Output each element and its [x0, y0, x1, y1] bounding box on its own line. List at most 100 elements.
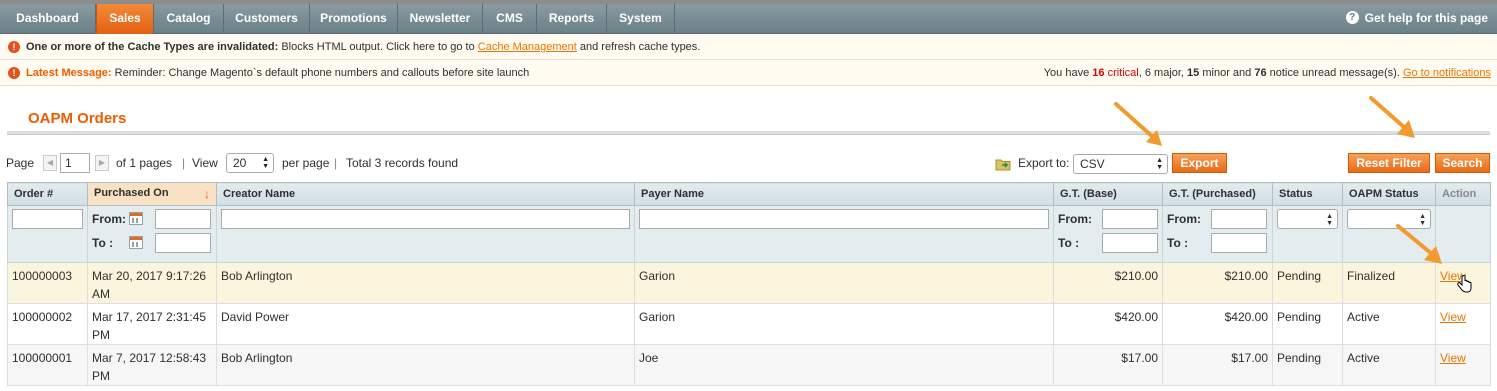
gt-purchased-to-input[interactable] — [1211, 233, 1267, 253]
pager-separator: | — [182, 156, 186, 170]
minor-count: 15 — [1187, 67, 1200, 79]
creator-name: Bob Arlington — [216, 344, 635, 386]
nav-sales[interactable]: Sales — [96, 4, 154, 34]
col-purchased-on[interactable]: Purchased On ↓ — [87, 182, 217, 206]
cache-notice-text: One or more of the Cache Types are inval… — [26, 35, 700, 59]
payer-name: Joe — [634, 344, 1054, 386]
col-order-number[interactable]: Order # — [7, 182, 88, 206]
select-arrows-icon: ▲ ▼ — [1419, 213, 1426, 227]
latest-message-label: Latest Message: — [26, 67, 112, 79]
page-title: OAPM Orders — [28, 110, 127, 127]
oapm-status: Active — [1342, 344, 1436, 386]
filter-status-select[interactable]: ▲ ▼ — [1277, 209, 1338, 229]
page-input[interactable]: 1 — [60, 153, 90, 173]
table-row[interactable]: 100000003 Mar 20, 2017 9:17:26 AM Bob Arl… — [7, 262, 1491, 304]
cache-notice: ! One or more of the Cache Types are inv… — [0, 35, 1497, 60]
latest-message-body: Reminder: Change Magento`s default phone… — [111, 67, 530, 79]
to-label: To : — [92, 236, 114, 250]
from-label: From: — [1167, 212, 1201, 226]
filter-creator-input[interactable] — [221, 209, 630, 229]
unread-messages-summary: You have 16 critical, 6 major, 15 minor … — [1044, 61, 1491, 85]
col-gt-base[interactable]: G.T. (Base) — [1053, 182, 1163, 206]
calendar-icon[interactable] — [129, 212, 143, 225]
view-label: View — [192, 156, 218, 170]
cache-management-link[interactable]: Cache Management — [478, 41, 577, 53]
gt-base: $210.00 — [1053, 262, 1163, 304]
calendar-icon[interactable] — [129, 236, 143, 249]
per-page-select[interactable]: 20 ▲ ▼ — [226, 153, 274, 173]
critical-count: 16 — [1092, 67, 1105, 79]
to-label: To : — [1058, 236, 1080, 250]
notice-count: 76 — [1254, 67, 1267, 79]
purchased-on-ampm: PM — [92, 369, 110, 383]
filter-action-cell — [1435, 205, 1491, 263]
purchased-to-input[interactable] — [155, 233, 211, 253]
purchased-on-date: Mar 20, 2017 9:17:26 — [92, 269, 207, 283]
purchased-on-ampm: PM — [92, 328, 110, 342]
annotation-arrow-icon — [1369, 96, 1415, 138]
select-arrows-icon: ▲ ▼ — [1156, 157, 1163, 171]
filter-oapm-status-select[interactable]: ▲ ▼ — [1347, 209, 1431, 229]
gt-base-to-input[interactable] — [1102, 233, 1158, 253]
cache-notice-body: Blocks HTML output. Click here to go to — [278, 41, 478, 53]
export-button[interactable]: Export — [1172, 153, 1227, 173]
filter-oapm-status-cell: ▲ ▼ — [1342, 205, 1436, 263]
table-row[interactable]: 100000001 Mar 7, 2017 12:58:43 PM Bob Arl… — [7, 344, 1491, 386]
filter-order-input[interactable] — [12, 209, 83, 229]
status: Pending — [1272, 262, 1343, 304]
col-gt-purchased[interactable]: G.T. (Purchased) — [1162, 182, 1273, 206]
prev-page-icon[interactable]: ◀ — [43, 155, 57, 171]
action-cell: View — [1435, 344, 1491, 386]
of-pages-label: of 1 pages — [116, 156, 173, 170]
error-icon: ! — [8, 67, 20, 79]
error-icon: ! — [8, 41, 20, 53]
creator-name: David Power — [216, 303, 635, 345]
next-page-icon[interactable]: ▶ — [95, 155, 109, 171]
col-creator-name[interactable]: Creator Name — [216, 182, 635, 206]
table-row[interactable]: 100000002 Mar 17, 2017 2:31:45 PM David P… — [7, 303, 1491, 345]
gt-base-range: From: To : — [1058, 209, 1158, 257]
per-page-value: 20 — [233, 156, 247, 170]
nav-dashboard[interactable]: Dashboard — [0, 4, 96, 34]
gt-purchased-from-input[interactable] — [1211, 209, 1267, 229]
nav-catalog[interactable]: Catalog — [154, 4, 224, 34]
filter-order-cell — [7, 205, 88, 263]
export-folder-icon — [995, 159, 1011, 171]
cache-notice-bold: One or more of the Cache Types are inval… — [26, 41, 279, 53]
col-status[interactable]: Status — [1272, 182, 1343, 206]
oapm-status: Active — [1342, 303, 1436, 345]
col-payer-name[interactable]: Payer Name — [634, 182, 1054, 206]
help-icon: ? — [1345, 11, 1359, 25]
export-format-value: CSV — [1080, 157, 1105, 171]
help-link[interactable]: ? Get help for this page — [1345, 4, 1488, 34]
view-link[interactable]: View — [1440, 351, 1466, 365]
purchased-from-input[interactable] — [155, 209, 211, 229]
payer-name: Garion — [634, 303, 1054, 345]
nav-customers[interactable]: Customers — [224, 4, 310, 34]
title-divider — [7, 131, 1490, 135]
per-page-label: per page — [282, 156, 330, 170]
export-format-select[interactable]: CSV ▲ ▼ — [1073, 154, 1168, 174]
nav-newsletter[interactable]: Newsletter — [398, 4, 483, 34]
filter-payer-input[interactable] — [639, 209, 1049, 229]
cache-notice-tail: and refresh cache types. — [576, 41, 701, 53]
nav-reports[interactable]: Reports — [537, 4, 607, 34]
search-button[interactable]: Search — [1435, 153, 1490, 173]
nav-promotions[interactable]: Promotions — [310, 4, 398, 34]
filter-gt-purchased-cell: From: To : — [1162, 205, 1273, 263]
sort-desc-icon: ↓ — [204, 187, 210, 201]
nav-cms[interactable]: CMS — [483, 4, 537, 34]
view-link[interactable]: View — [1440, 310, 1466, 324]
payer-name: Garion — [634, 262, 1054, 304]
go-to-notifications-link[interactable]: Go to notifications — [1403, 67, 1491, 79]
nav-system[interactable]: System — [607, 4, 675, 34]
purchased-on-date: Mar 17, 2017 2:31:45 — [92, 310, 207, 324]
gt-purchased: $17.00 — [1162, 344, 1273, 386]
action-cell: View — [1435, 303, 1491, 345]
latest-message-text: Latest Message: Reminder: Change Magento… — [26, 61, 529, 85]
col-oapm-status[interactable]: OAPM Status — [1342, 182, 1436, 206]
reset-filter-button[interactable]: Reset Filter — [1348, 153, 1430, 173]
gt-base-from-input[interactable] — [1102, 209, 1158, 229]
view-link[interactable]: View — [1440, 269, 1466, 283]
select-arrows-icon: ▲ ▼ — [262, 156, 269, 170]
